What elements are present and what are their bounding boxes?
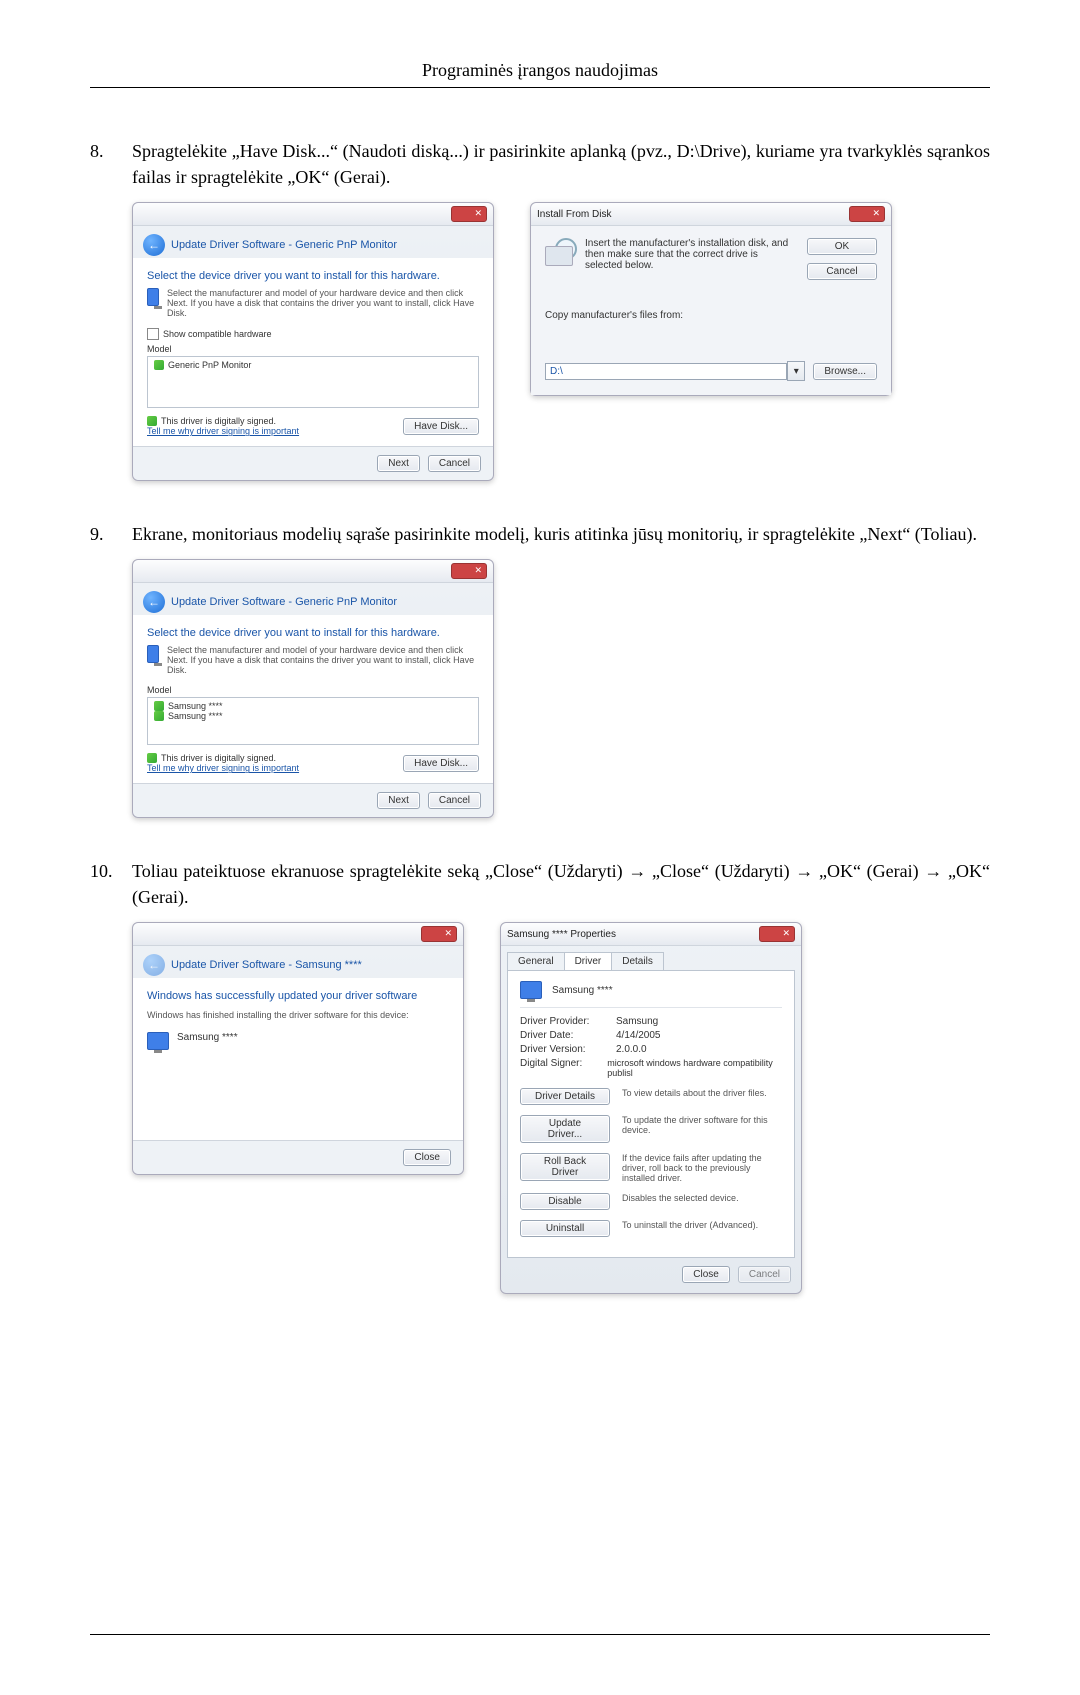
breadcrumb: Update Driver Software - Generic PnP Mon… <box>171 239 397 251</box>
monitor-icon <box>147 288 159 306</box>
step-10: 10. Toliau pateiktuose ekranuose spragte… <box>90 858 990 910</box>
chevron-down-icon[interactable]: ▾ <box>787 361 805 381</box>
have-disk-button[interactable]: Have Disk... <box>403 755 479 772</box>
install-from-disk-dialog: Install From Disk Insert the manufacture… <box>530 202 892 396</box>
shield-icon <box>154 711 164 721</box>
uninstall-button[interactable]: Uninstall <box>520 1220 610 1237</box>
tab-general[interactable]: General <box>507 952 565 970</box>
dialog-title: Samsung **** Properties <box>507 929 616 940</box>
model-label: Model <box>147 344 479 354</box>
back-icon[interactable]: ← <box>143 234 165 256</box>
device-name: Samsung **** <box>177 1032 238 1050</box>
cancel-button: Cancel <box>738 1266 791 1283</box>
dialog-heading: Select the device driver you want to ins… <box>147 270 479 282</box>
next-button[interactable]: Next <box>377 455 420 472</box>
back-icon[interactable]: ← <box>143 591 165 613</box>
browse-button[interactable]: Browse... <box>813 363 877 380</box>
dialog-heading: Windows has successfully updated your dr… <box>147 990 449 1002</box>
close-icon[interactable] <box>451 563 487 579</box>
close-icon[interactable] <box>759 926 795 942</box>
disk-icon <box>545 238 575 268</box>
step-text: Ekrane, monitoriaus modelių sąraše pasir… <box>132 521 990 547</box>
select-model-dialog: ← Update Driver Software - Generic PnP M… <box>132 559 494 818</box>
dialog-heading: Select the device driver you want to ins… <box>147 627 479 639</box>
close-button[interactable]: Close <box>682 1266 730 1283</box>
roll-back-button[interactable]: Roll Back Driver <box>520 1153 610 1181</box>
ok-button[interactable]: OK <box>807 238 877 255</box>
model-label: Model <box>147 685 479 695</box>
close-icon[interactable] <box>421 926 457 942</box>
cancel-button[interactable]: Cancel <box>428 455 481 472</box>
step-9: 9. Ekrane, monitoriaus modelių sąraše pa… <box>90 521 990 547</box>
dialog-message: Insert the manufacturer's installation d… <box>585 238 797 271</box>
copy-from-label: Copy manufacturer's files from: <box>545 310 877 321</box>
step-number: 9. <box>90 521 132 547</box>
close-button[interactable]: Close <box>403 1149 451 1166</box>
breadcrumb: Update Driver Software - Samsung **** <box>171 959 362 971</box>
dialog-title: Install From Disk <box>537 209 611 220</box>
step-text: Toliau pateiktuose ekranuose spragtelėki… <box>132 858 990 910</box>
signing-link[interactable]: Tell me why driver signing is important <box>147 763 299 773</box>
path-input[interactable] <box>545 363 787 380</box>
page-header: Programinės įrangos naudojimas <box>90 60 990 88</box>
next-button[interactable]: Next <box>377 792 420 809</box>
driver-details-button[interactable]: Driver Details <box>520 1088 610 1105</box>
model-list[interactable]: Generic PnP Monitor <box>147 356 479 408</box>
close-icon[interactable] <box>849 206 885 222</box>
back-icon: ← <box>143 954 165 976</box>
disable-button[interactable]: Disable <box>520 1193 610 1210</box>
footer-rule <box>90 1634 990 1635</box>
cancel-button[interactable]: Cancel <box>428 792 481 809</box>
shield-icon <box>147 416 157 426</box>
close-icon[interactable] <box>451 206 487 222</box>
step-number: 10. <box>90 858 132 884</box>
update-success-dialog: ← Update Driver Software - Samsung **** … <box>132 922 464 1175</box>
shield-icon <box>147 753 157 763</box>
tab-driver[interactable]: Driver <box>564 952 613 970</box>
monitor-icon <box>520 981 542 999</box>
device-name: Samsung **** <box>552 985 613 996</box>
model-list[interactable]: Samsung **** Samsung **** <box>147 697 479 745</box>
dialog-info: Select the manufacturer and model of you… <box>167 645 479 675</box>
shield-icon <box>154 360 164 370</box>
monitor-icon <box>147 645 159 663</box>
signing-link[interactable]: Tell me why driver signing is important <box>147 426 299 436</box>
breadcrumb: Update Driver Software - Generic PnP Mon… <box>171 596 397 608</box>
step-text: Spragtelėkite „Have Disk...“ (Naudoti di… <box>132 138 990 190</box>
shield-icon <box>154 701 164 711</box>
step-number: 8. <box>90 138 132 164</box>
dialog-info: Select the manufacturer and model of you… <box>167 288 479 318</box>
properties-dialog: Samsung **** Properties General Driver D… <box>500 922 802 1294</box>
cancel-button[interactable]: Cancel <box>807 263 877 280</box>
update-driver-dialog: ← Update Driver Software - Generic PnP M… <box>132 202 494 481</box>
have-disk-button[interactable]: Have Disk... <box>403 418 479 435</box>
dialog-subtext: Windows has finished installing the driv… <box>147 1010 449 1020</box>
update-driver-button[interactable]: Update Driver... <box>520 1115 610 1143</box>
show-compatible-checkbox[interactable]: Show compatible hardware <box>147 328 479 340</box>
tab-details[interactable]: Details <box>611 952 664 970</box>
step-8: 8. Spragtelėkite „Have Disk...“ (Naudoti… <box>90 138 990 190</box>
monitor-icon <box>147 1032 169 1050</box>
